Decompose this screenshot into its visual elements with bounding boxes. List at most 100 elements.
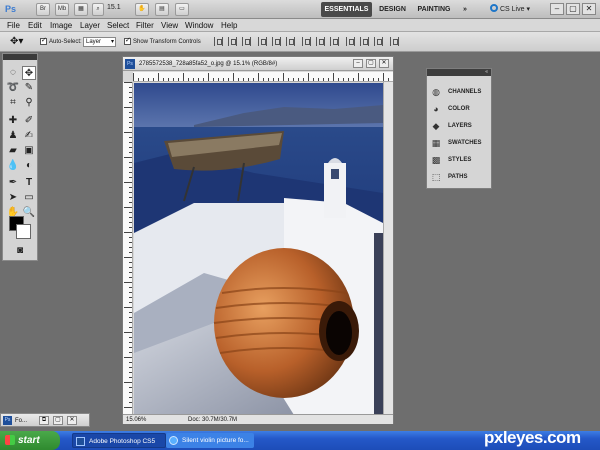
zoom-level[interactable]: 15.1 <box>107 4 121 11</box>
healing-brush-tool-icon[interactable]: ✚ <box>6 114 20 128</box>
distribute-top-icon[interactable] <box>302 37 311 46</box>
photoshop-taskbar-icon <box>76 437 85 446</box>
screen-mode-button[interactable]: ▭ <box>175 3 189 16</box>
distribute-hcenter-icon[interactable] <box>360 37 369 46</box>
type-tool-icon[interactable]: T <box>22 176 36 190</box>
vertical-scrollbar[interactable] <box>383 82 393 414</box>
move-tool-preset-icon[interactable]: ✥▾ <box>10 36 23 48</box>
styles-icon: ▩ <box>431 155 441 165</box>
menu-select[interactable]: Select <box>107 20 129 31</box>
minibridge-button[interactable]: Mb <box>55 3 69 16</box>
pen-tool-icon[interactable]: ✒ <box>6 176 20 190</box>
document-minimize-button[interactable]: – <box>353 59 363 68</box>
vertical-ruler[interactable] <box>123 82 133 414</box>
menu-file[interactable]: File <box>7 20 20 31</box>
distribute-left-icon[interactable] <box>346 37 355 46</box>
menu-window[interactable]: Window <box>185 20 213 31</box>
image-canvas[interactable] <box>134 83 383 415</box>
taskbar-item-photoshop[interactable]: Adobe Photoshop CS5 <box>72 433 166 448</box>
document-maximize-button[interactable]: ▢ <box>366 59 376 68</box>
gradient-tool-icon[interactable]: ▣ <box>22 144 36 158</box>
panel-swatches[interactable]: ▦ SWATCHES <box>431 136 489 151</box>
cs-live-button[interactable]: CS Live ▾ <box>490 4 530 13</box>
arrange-docs-button[interactable]: ▤ <box>155 3 169 16</box>
clone-stamp-tool-icon[interactable]: ♟ <box>6 129 20 143</box>
ruler-tick <box>129 367 132 368</box>
menu-edit[interactable]: Edit <box>28 20 42 31</box>
taskbar-item-browser[interactable]: Silent violin picture fo... <box>166 433 254 448</box>
panel-layers[interactable]: ◆ LAYERS <box>431 119 489 134</box>
brush-tool-icon[interactable]: ✐ <box>22 114 36 128</box>
quick-mask-icon[interactable]: ◙ <box>13 244 27 258</box>
ruler-tick <box>124 157 132 158</box>
distribute-vcenter-icon[interactable] <box>316 37 325 46</box>
tools-panel-header[interactable] <box>3 54 37 60</box>
auto-select-checkbox[interactable] <box>40 36 47 45</box>
workspace-essentials[interactable]: ESSENTIALS <box>321 2 372 17</box>
color-icon: ◕ <box>433 104 439 114</box>
zoom-percentage-field[interactable]: 15.06% <box>126 416 146 424</box>
zoom-menu-button[interactable]: ⌕ <box>92 3 104 16</box>
document-size-info[interactable]: Doc: 30.7M/30.7M <box>188 416 237 424</box>
hand-tool-button[interactable]: ✋ <box>135 3 149 16</box>
panels-dock-header[interactable]: « <box>427 69 491 76</box>
ruler-tick <box>129 177 132 178</box>
menu-layer[interactable]: Layer <box>80 20 100 31</box>
maximize-button[interactable]: ▢ <box>566 3 580 15</box>
view-extras-button[interactable]: ▦ <box>74 3 88 16</box>
minimized-doc-restore-button[interactable]: ⧉ <box>39 416 49 425</box>
align-right-icon[interactable] <box>286 37 295 46</box>
menu-view[interactable]: View <box>161 20 178 31</box>
auto-align-icon[interactable] <box>390 37 399 46</box>
shape-tool-icon[interactable]: ▭ <box>22 191 36 205</box>
lasso-tool-icon[interactable]: ➰ <box>6 81 20 95</box>
auto-select-dropdown[interactable]: Layer <box>83 37 116 47</box>
dodge-tool-icon[interactable]: ◐ <box>22 159 36 173</box>
document-titlebar[interactable]: Ps 2785572538_728a85fa52_o.jpg @ 15.1% (… <box>123 57 393 71</box>
blur-tool-icon[interactable]: 💧 <box>6 159 20 173</box>
history-brush-tool-icon[interactable]: ✍ <box>22 129 36 143</box>
workspace-painting[interactable]: PAINTING <box>414 2 454 17</box>
quick-select-tool-icon[interactable]: ✎ <box>22 81 36 95</box>
crop-tool-icon[interactable]: ⌗ <box>6 96 20 110</box>
ruler-tick <box>263 78 264 81</box>
panel-paths[interactable]: ⬚ PATHS <box>431 170 489 185</box>
ruler-tick <box>233 73 234 81</box>
align-vcenter-icon[interactable] <box>228 37 237 46</box>
marquee-tool-icon[interactable]: ◌ <box>6 66 20 80</box>
menu-help[interactable]: Help <box>221 20 237 31</box>
document-close-button[interactable]: ✕ <box>379 59 389 68</box>
path-selection-tool-icon[interactable]: ➤ <box>6 191 20 205</box>
workspace-design[interactable]: DESIGN <box>376 2 409 17</box>
minimized-document[interactable]: Ps Fo... ⧉ ▢ ✕ <box>0 413 90 427</box>
minimized-doc-maximize-button[interactable]: ▢ <box>53 416 63 425</box>
ruler-tick <box>129 212 132 213</box>
more-workspaces-icon[interactable]: » <box>458 2 472 17</box>
align-left-icon[interactable] <box>258 37 267 46</box>
zoom-tool-icon[interactable]: 🔍 <box>22 206 36 220</box>
eraser-tool-icon[interactable]: ▰ <box>6 144 20 158</box>
panel-styles[interactable]: ▩ STYLES <box>431 153 489 168</box>
align-hcenter-icon[interactable] <box>272 37 281 46</box>
panel-channels[interactable]: ◍ CHANNELS <box>431 85 489 100</box>
close-button[interactable]: ✕ <box>582 3 596 15</box>
ruler-tick <box>218 78 219 81</box>
distribute-bottom-icon[interactable] <box>330 37 339 46</box>
minimized-doc-close-button[interactable]: ✕ <box>67 416 77 425</box>
show-transform-controls-checkbox[interactable] <box>124 36 131 45</box>
start-button[interactable]: start <box>0 431 60 450</box>
menu-filter[interactable]: Filter <box>136 20 154 31</box>
document-window: Ps 2785572538_728a85fa52_o.jpg @ 15.1% (… <box>122 56 394 424</box>
minimize-button[interactable]: – <box>550 3 564 15</box>
menu-image[interactable]: Image <box>50 20 72 31</box>
distribute-right-icon[interactable] <box>374 37 383 46</box>
ruler-tick <box>148 78 149 81</box>
move-tool-icon[interactable]: ✥ <box>22 66 36 80</box>
panel-color[interactable]: ◕ COLOR <box>431 102 489 117</box>
background-color-swatch[interactable] <box>16 224 31 239</box>
eyedropper-tool-icon[interactable]: ⚲ <box>22 96 36 110</box>
bridge-button[interactable]: Br <box>36 3 50 16</box>
align-bottom-icon[interactable] <box>242 37 251 46</box>
align-top-icon[interactable] <box>214 37 223 46</box>
horizontal-ruler[interactable] <box>133 72 393 82</box>
